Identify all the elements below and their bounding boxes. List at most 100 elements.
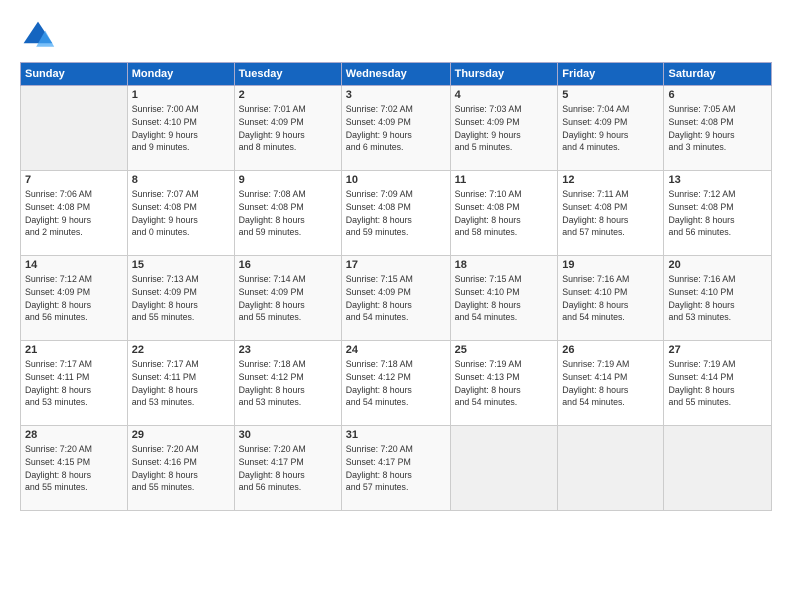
day-number: 10 [346, 174, 446, 186]
calendar-cell: 19Sunrise: 7:16 AM Sunset: 4:10 PM Dayli… [558, 256, 664, 341]
calendar-cell [664, 426, 772, 511]
calendar-cell [21, 86, 128, 171]
calendar-cell: 21 Sunrise: 7:17 AM Sunset: 4:11 PM Dayli… [21, 341, 128, 426]
weekday-header-tuesday: Tuesday [234, 63, 341, 86]
calendar-cell: 1 Sunrise: 7:00 AM Sunset: 4:10 PM Daylig… [127, 86, 234, 171]
calendar-cell: 26Sunrise: 7:19 AM Sunset: 4:14 PM Dayli… [558, 341, 664, 426]
day-number: 13 [668, 174, 767, 186]
day-info: Sunrise: 7:20 AM Sunset: 4:16 PM Dayligh… [132, 443, 230, 494]
logo [20, 18, 60, 54]
calendar-cell: 5 Sunrise: 7:04 AM Sunset: 4:09 PM Daylig… [558, 86, 664, 171]
day-info: Sunrise: 7:05 AM Sunset: 4:08 PM Dayligh… [668, 103, 767, 154]
day-info: Sunrise: 7:18 AM Sunset: 4:12 PM Dayligh… [239, 358, 337, 409]
day-info: Sunrise: 7:03 AM Sunset: 4:09 PM Dayligh… [455, 103, 554, 154]
calendar-week-row: 21 Sunrise: 7:17 AM Sunset: 4:11 PM Dayli… [21, 341, 772, 426]
day-info: Sunrise: 7:20 AM Sunset: 4:15 PM Dayligh… [25, 443, 123, 494]
calendar-cell: 29Sunrise: 7:20 AM Sunset: 4:16 PM Dayli… [127, 426, 234, 511]
day-number: 26 [562, 344, 659, 356]
weekday-header-sunday: Sunday [21, 63, 128, 86]
day-info: Sunrise: 7:09 AM Sunset: 4:08 PM Dayligh… [346, 188, 446, 239]
calendar-cell: 18 Sunrise: 7:15 AM Sunset: 4:10 PM Dayli… [450, 256, 558, 341]
day-number: 17 [346, 259, 446, 271]
day-info: Sunrise: 7:06 AM Sunset: 4:08 PM Dayligh… [25, 188, 123, 239]
calendar-cell: 13 Sunrise: 7:12 AM Sunset: 4:08 PM Dayli… [664, 171, 772, 256]
calendar-cell: 24 Sunrise: 7:18 AM Sunset: 4:12 PM Dayli… [341, 341, 450, 426]
day-number: 28 [25, 429, 123, 441]
calendar-cell: 27Sunrise: 7:19 AM Sunset: 4:14 PM Dayli… [664, 341, 772, 426]
calendar-cell: 10 Sunrise: 7:09 AM Sunset: 4:08 PM Dayli… [341, 171, 450, 256]
weekday-header-saturday: Saturday [664, 63, 772, 86]
day-info: Sunrise: 7:17 AM Sunset: 4:11 PM Dayligh… [132, 358, 230, 409]
day-number: 3 [346, 89, 446, 101]
day-info: Sunrise: 7:04 AM Sunset: 4:09 PM Dayligh… [562, 103, 659, 154]
calendar-cell: 23Sunrise: 7:18 AM Sunset: 4:12 PM Dayli… [234, 341, 341, 426]
day-number: 18 [455, 259, 554, 271]
day-info: Sunrise: 7:18 AM Sunset: 4:12 PM Dayligh… [346, 358, 446, 409]
day-number: 11 [455, 174, 554, 186]
day-number: 27 [668, 344, 767, 356]
day-info: Sunrise: 7:08 AM Sunset: 4:08 PM Dayligh… [239, 188, 337, 239]
weekday-header-wednesday: Wednesday [341, 63, 450, 86]
calendar-cell: 12Sunrise: 7:11 AM Sunset: 4:08 PM Dayli… [558, 171, 664, 256]
calendar-cell: 2 Sunrise: 7:01 AM Sunset: 4:09 PM Daylig… [234, 86, 341, 171]
day-info: Sunrise: 7:02 AM Sunset: 4:09 PM Dayligh… [346, 103, 446, 154]
logo-icon [20, 18, 56, 54]
weekday-header-friday: Friday [558, 63, 664, 86]
calendar-cell: 25 Sunrise: 7:19 AM Sunset: 4:13 PM Dayli… [450, 341, 558, 426]
day-number: 15 [132, 259, 230, 271]
day-info: Sunrise: 7:15 AM Sunset: 4:10 PM Dayligh… [455, 273, 554, 324]
calendar-cell: 15 Sunrise: 7:13 AM Sunset: 4:09 PM Dayli… [127, 256, 234, 341]
day-number: 31 [346, 429, 446, 441]
day-number: 16 [239, 259, 337, 271]
day-number: 9 [239, 174, 337, 186]
day-number: 2 [239, 89, 337, 101]
calendar-cell: 11 Sunrise: 7:10 AM Sunset: 4:08 PM Dayli… [450, 171, 558, 256]
calendar-cell: 6 Sunrise: 7:05 AM Sunset: 4:08 PM Daylig… [664, 86, 772, 171]
day-number: 24 [346, 344, 446, 356]
calendar-cell: 20 Sunrise: 7:16 AM Sunset: 4:10 PM Dayli… [664, 256, 772, 341]
day-number: 6 [668, 89, 767, 101]
day-info: Sunrise: 7:07 AM Sunset: 4:08 PM Dayligh… [132, 188, 230, 239]
header [20, 18, 772, 54]
day-info: Sunrise: 7:00 AM Sunset: 4:10 PM Dayligh… [132, 103, 230, 154]
day-number: 20 [668, 259, 767, 271]
day-number: 5 [562, 89, 659, 101]
calendar-cell: 28 Sunrise: 7:20 AM Sunset: 4:15 PM Dayli… [21, 426, 128, 511]
day-info: Sunrise: 7:12 AM Sunset: 4:08 PM Dayligh… [668, 188, 767, 239]
day-info: Sunrise: 7:14 AM Sunset: 4:09 PM Dayligh… [239, 273, 337, 324]
calendar-cell [450, 426, 558, 511]
day-number: 1 [132, 89, 230, 101]
day-info: Sunrise: 7:13 AM Sunset: 4:09 PM Dayligh… [132, 273, 230, 324]
calendar-week-row: 28 Sunrise: 7:20 AM Sunset: 4:15 PM Dayli… [21, 426, 772, 511]
day-number: 21 [25, 344, 123, 356]
day-info: Sunrise: 7:15 AM Sunset: 4:09 PM Dayligh… [346, 273, 446, 324]
calendar-page: SundayMondayTuesdayWednesdayThursdayFrid… [0, 0, 792, 612]
day-info: Sunrise: 7:11 AM Sunset: 4:08 PM Dayligh… [562, 188, 659, 239]
calendar-cell [558, 426, 664, 511]
day-info: Sunrise: 7:16 AM Sunset: 4:10 PM Dayligh… [668, 273, 767, 324]
calendar-cell: 30Sunrise: 7:20 AM Sunset: 4:17 PM Dayli… [234, 426, 341, 511]
day-number: 22 [132, 344, 230, 356]
day-number: 8 [132, 174, 230, 186]
calendar-cell: 8 Sunrise: 7:07 AM Sunset: 4:08 PM Daylig… [127, 171, 234, 256]
day-number: 14 [25, 259, 123, 271]
calendar-week-row: 7Sunrise: 7:06 AM Sunset: 4:08 PM Daylig… [21, 171, 772, 256]
calendar-cell: 14 Sunrise: 7:12 AM Sunset: 4:09 PM Dayli… [21, 256, 128, 341]
day-info: Sunrise: 7:16 AM Sunset: 4:10 PM Dayligh… [562, 273, 659, 324]
calendar-cell: 9 Sunrise: 7:08 AM Sunset: 4:08 PM Daylig… [234, 171, 341, 256]
calendar-table: SundayMondayTuesdayWednesdayThursdayFrid… [20, 62, 772, 511]
day-number: 25 [455, 344, 554, 356]
calendar-cell: 4 Sunrise: 7:03 AM Sunset: 4:09 PM Daylig… [450, 86, 558, 171]
weekday-header-thursday: Thursday [450, 63, 558, 86]
calendar-cell: 22 Sunrise: 7:17 AM Sunset: 4:11 PM Dayli… [127, 341, 234, 426]
day-info: Sunrise: 7:12 AM Sunset: 4:09 PM Dayligh… [25, 273, 123, 324]
calendar-week-row: 14 Sunrise: 7:12 AM Sunset: 4:09 PM Dayli… [21, 256, 772, 341]
calendar-week-row: 1 Sunrise: 7:00 AM Sunset: 4:10 PM Daylig… [21, 86, 772, 171]
day-info: Sunrise: 7:17 AM Sunset: 4:11 PM Dayligh… [25, 358, 123, 409]
weekday-header-row: SundayMondayTuesdayWednesdayThursdayFrid… [21, 63, 772, 86]
calendar-cell: 7Sunrise: 7:06 AM Sunset: 4:08 PM Daylig… [21, 171, 128, 256]
day-info: Sunrise: 7:10 AM Sunset: 4:08 PM Dayligh… [455, 188, 554, 239]
day-info: Sunrise: 7:01 AM Sunset: 4:09 PM Dayligh… [239, 103, 337, 154]
day-info: Sunrise: 7:19 AM Sunset: 4:13 PM Dayligh… [455, 358, 554, 409]
day-number: 4 [455, 89, 554, 101]
